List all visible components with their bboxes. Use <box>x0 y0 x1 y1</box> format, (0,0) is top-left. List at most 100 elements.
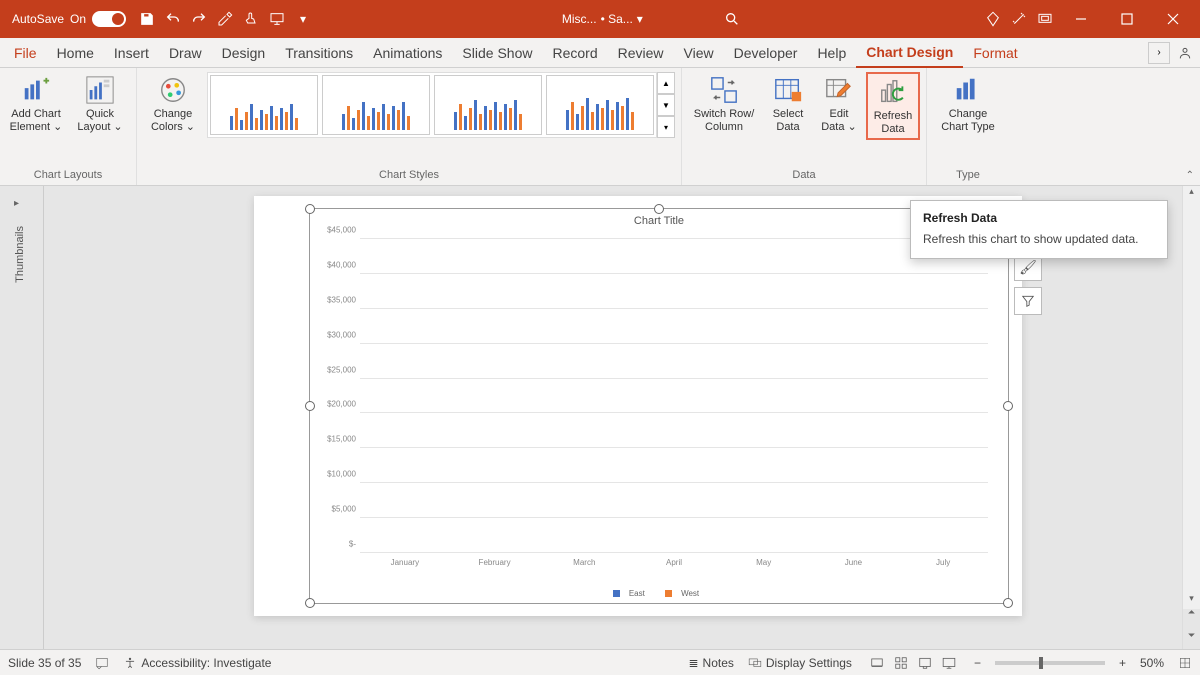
zoom-slider[interactable] <box>995 661 1105 665</box>
quick-layout-button[interactable]: Quick Layout ⌄ <box>70 72 130 136</box>
selection-handle[interactable] <box>1003 598 1013 608</box>
change-chart-type-button[interactable]: Change Chart Type <box>933 72 1003 136</box>
autosave-switch[interactable] <box>92 11 126 27</box>
accessibility-button[interactable]: Accessibility: Investigate <box>123 656 271 670</box>
zoom-level[interactable]: 50% <box>1140 656 1164 670</box>
edit-data-button[interactable]: Edit Data ⌄ <box>816 72 862 136</box>
tab-home[interactable]: Home <box>47 38 104 68</box>
chart-plot-area[interactable]: $-$5,000$10,000$15,000$20,000$25,000$30,… <box>360 239 988 553</box>
chart-legend[interactable]: East West <box>310 589 1008 599</box>
slide[interactable]: Chart Title $-$5,000$10,000$15,000$20,00… <box>254 196 1022 616</box>
undo-icon[interactable] <box>160 6 186 32</box>
notes-button[interactable]: ≣ Notes <box>688 656 733 670</box>
group-chart-styles: Change Colors ⌄ ▲ ▼ ▾ Chart Styles <box>137 68 682 185</box>
more-commands-icon[interactable]: ▾ <box>290 6 316 32</box>
tab-animations[interactable]: Animations <box>363 38 452 68</box>
tab-transitions[interactable]: Transitions <box>275 38 363 68</box>
thumbnails-pane[interactable]: ▸ Thumbnails <box>0 186 44 649</box>
style-gallery-more[interactable]: ▾ <box>657 116 675 138</box>
y-axis-tick: $20,000 <box>314 400 356 409</box>
tab-format[interactable]: Format <box>963 38 1027 68</box>
display-settings-button[interactable]: Display Settings <box>748 656 852 670</box>
slideshow-view-button[interactable] <box>938 653 960 673</box>
tab-slideshow[interactable]: Slide Show <box>452 38 542 68</box>
tab-insert[interactable]: Insert <box>104 38 159 68</box>
selection-handle[interactable] <box>305 204 315 214</box>
edit-data-icon <box>823 74 855 106</box>
style-gallery-scroll[interactable]: ▲ ▼ ▾ <box>657 72 675 138</box>
thumbnails-expand-icon[interactable]: ▸ <box>14 198 19 209</box>
gridline <box>360 482 988 483</box>
autosave-state: On <box>70 12 86 26</box>
tooltip-title: Refresh Data <box>923 211 1155 225</box>
tab-review[interactable]: Review <box>608 38 674 68</box>
prev-slide-button[interactable]: 🞁 <box>1182 609 1200 629</box>
share-button[interactable] <box>1174 42 1196 64</box>
zoom-in-button[interactable]: + <box>1119 656 1126 670</box>
tab-view[interactable]: View <box>674 38 724 68</box>
touch-icon[interactable] <box>238 6 264 32</box>
diamond-icon[interactable] <box>980 6 1006 32</box>
normal-view-button[interactable] <box>866 653 888 673</box>
gridline <box>360 308 988 309</box>
style-thumb-2[interactable] <box>322 75 430 135</box>
y-axis-tick: $30,000 <box>314 330 356 339</box>
selection-handle[interactable] <box>654 204 664 214</box>
gridline <box>360 412 988 413</box>
zoom-out-button[interactable]: − <box>974 656 981 670</box>
change-colors-button[interactable]: Change Colors ⌄ <box>143 72 203 136</box>
language-button[interactable] <box>95 656 109 670</box>
y-axis-tick: $10,000 <box>314 470 356 479</box>
maximize-button[interactable] <box>1104 0 1150 38</box>
group-label-data: Data <box>792 169 815 185</box>
redo-icon[interactable] <box>186 6 212 32</box>
scroll-down[interactable]: ▾ <box>1183 593 1200 609</box>
tab-draw[interactable]: Draw <box>159 38 212 68</box>
style-thumb-1[interactable] <box>210 75 318 135</box>
add-chart-element-button[interactable]: Add Chart Element ⌄ <box>6 72 66 136</box>
tab-help[interactable]: Help <box>807 38 856 68</box>
style-scroll-down[interactable]: ▼ <box>657 94 675 116</box>
fit-to-window-button[interactable] <box>1178 656 1192 670</box>
close-button[interactable] <box>1150 0 1196 38</box>
y-axis-tick: $45,000 <box>314 226 356 235</box>
select-data-button[interactable]: Select Data <box>764 72 812 136</box>
chart-filters-button[interactable] <box>1014 287 1042 315</box>
next-slide-button[interactable]: 🞃 <box>1182 629 1200 649</box>
tab-file[interactable]: File <box>4 38 47 68</box>
collapse-ribbon-button[interactable]: ⌃ <box>1186 170 1194 181</box>
chart-object[interactable]: Chart Title $-$5,000$10,000$15,000$20,00… <box>309 208 1009 604</box>
presentation-mode-icon[interactable] <box>1032 6 1058 32</box>
y-axis-tick: $35,000 <box>314 295 356 304</box>
eyedropper-icon[interactable] <box>212 6 238 32</box>
switch-row-column-button[interactable]: Switch Row/ Column <box>688 72 760 136</box>
reading-view-button[interactable] <box>914 653 936 673</box>
document-title[interactable]: Misc... • Sa... ▾ <box>554 12 651 26</box>
autosave-toggle[interactable]: AutoSave On <box>4 11 134 27</box>
selection-handle[interactable] <box>305 598 315 608</box>
slide-sorter-button[interactable] <box>890 653 912 673</box>
search-icon[interactable] <box>722 6 742 32</box>
magic-icon[interactable] <box>1006 6 1032 32</box>
minimize-button[interactable] <box>1058 0 1104 38</box>
tab-record[interactable]: Record <box>542 38 607 68</box>
style-thumb-3[interactable] <box>434 75 542 135</box>
style-scroll-up[interactable]: ▲ <box>657 72 675 94</box>
refresh-data-button[interactable]: Refresh Data <box>866 72 920 140</box>
ribbon-overflow-button[interactable]: › <box>1148 42 1170 64</box>
tab-design[interactable]: Design <box>212 38 276 68</box>
present-icon[interactable] <box>264 6 290 32</box>
gridline <box>360 378 988 379</box>
style-thumb-4[interactable] <box>546 75 654 135</box>
tab-chart-design[interactable]: Chart Design <box>856 38 963 68</box>
chart-styles-gallery[interactable] <box>207 72 657 138</box>
add-chart-element-icon <box>20 74 52 106</box>
slide-indicator[interactable]: Slide 35 of 35 <box>8 656 81 670</box>
x-axis-tick: April <box>666 558 682 567</box>
tab-developer[interactable]: Developer <box>724 38 808 68</box>
save-icon[interactable] <box>134 6 160 32</box>
scroll-up[interactable]: ▴ <box>1183 186 1200 202</box>
selection-handle[interactable] <box>1003 401 1013 411</box>
vertical-scrollbar[interactable]: ▴ ▾ <box>1182 186 1200 609</box>
x-axis-tick: March <box>573 558 595 567</box>
